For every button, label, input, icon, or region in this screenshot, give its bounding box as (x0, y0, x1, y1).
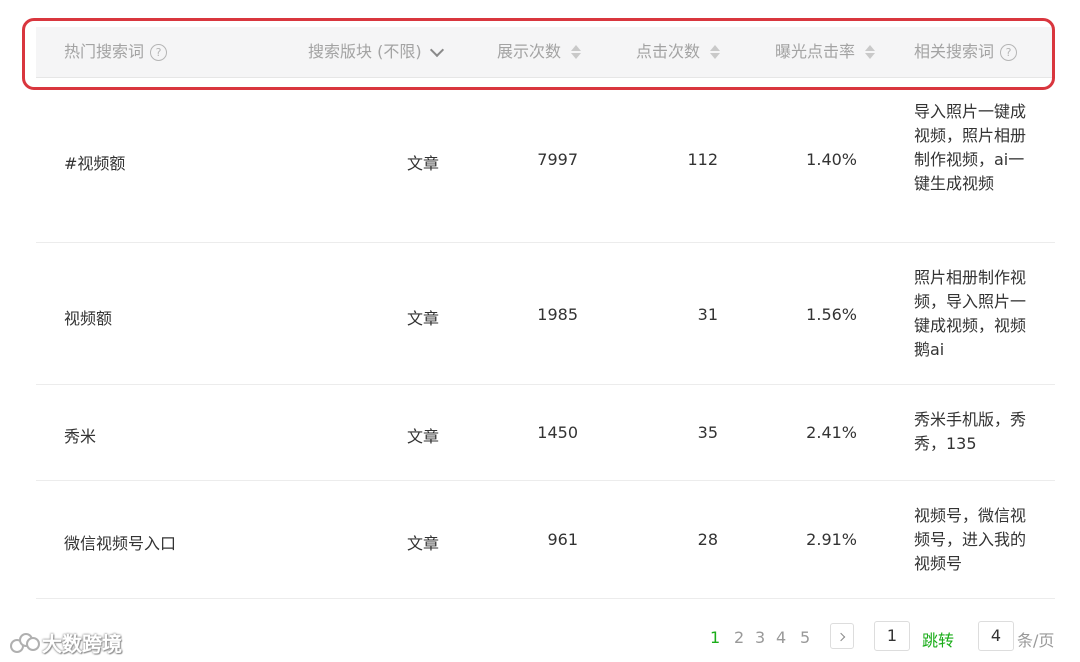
impressions-cell: 7997 (537, 150, 578, 169)
clicks-cell: 31 (697, 305, 718, 324)
table-row: 秀米 文章 1450 35 2.41% 秀米手机版，秀秀，135 (36, 384, 1055, 481)
related-keywords-cell: 秀米手机版，秀秀，135 (914, 410, 1027, 453)
clicks-cell: 112 (687, 150, 718, 169)
section-cell: 文章 (407, 427, 440, 446)
impressions-cell: 1985 (537, 305, 578, 324)
page-size-input[interactable]: 4 (978, 621, 1014, 651)
section-cell: 文章 (407, 309, 440, 328)
chevron-right-icon (836, 632, 846, 642)
page-1-link[interactable]: 1 (710, 628, 720, 647)
watermark: 大数跨境 (10, 628, 122, 657)
related-keywords-cell: 视频号，微信视频号，进入我的视频号 (914, 506, 1027, 573)
ctr-cell: 1.56% (806, 305, 857, 324)
next-page-button[interactable] (830, 623, 854, 649)
jump-button[interactable]: 跳转 (922, 627, 954, 651)
section-cell: 文章 (407, 154, 440, 173)
table-row: 视频额 文章 1985 31 1.56% 照片相册制作视频，导入照片一键成视频，… (36, 242, 1055, 385)
related-keywords-cell: 导入照片一键成视频，照片相册制作视频，ai一键生成视频 (914, 102, 1027, 193)
keyword-cell: #视频额 (64, 154, 126, 173)
page-5-link[interactable]: 5 (800, 628, 810, 647)
ctr-cell: 1.40% (806, 150, 857, 169)
ctr-cell: 2.91% (806, 530, 857, 549)
clicks-cell: 35 (697, 423, 718, 442)
keyword-cell: 微信视频号入口 (64, 534, 177, 553)
keyword-cell: 视频额 (64, 309, 113, 328)
table-row: #视频额 文章 7997 112 1.40% 导入照片一键成视频，照片相册制作视… (36, 78, 1055, 243)
page-2-link[interactable]: 2 (734, 628, 744, 647)
section-cell: 文章 (407, 534, 440, 553)
watermark-text: 大数跨境 (42, 632, 122, 656)
impressions-cell: 1450 (537, 423, 578, 442)
page-3-link[interactable]: 3 (755, 628, 765, 647)
page-4-link[interactable]: 4 (776, 628, 786, 647)
related-keywords-cell: 照片相册制作视频，导入照片一键成视频，视频鹅ai (914, 268, 1027, 359)
watermark-logo-icon (10, 632, 40, 653)
table-row: 微信视频号入口 文章 961 28 2.91% 视频号，微信视频号，进入我的视频… (36, 480, 1055, 599)
goto-page-input[interactable]: 1 (874, 621, 910, 651)
impressions-cell: 961 (547, 530, 578, 549)
page-size-suffix: 条/页 (1017, 631, 1055, 650)
ctr-cell: 2.41% (806, 423, 857, 442)
clicks-cell: 28 (697, 530, 718, 549)
keyword-cell: 秀米 (64, 427, 97, 446)
